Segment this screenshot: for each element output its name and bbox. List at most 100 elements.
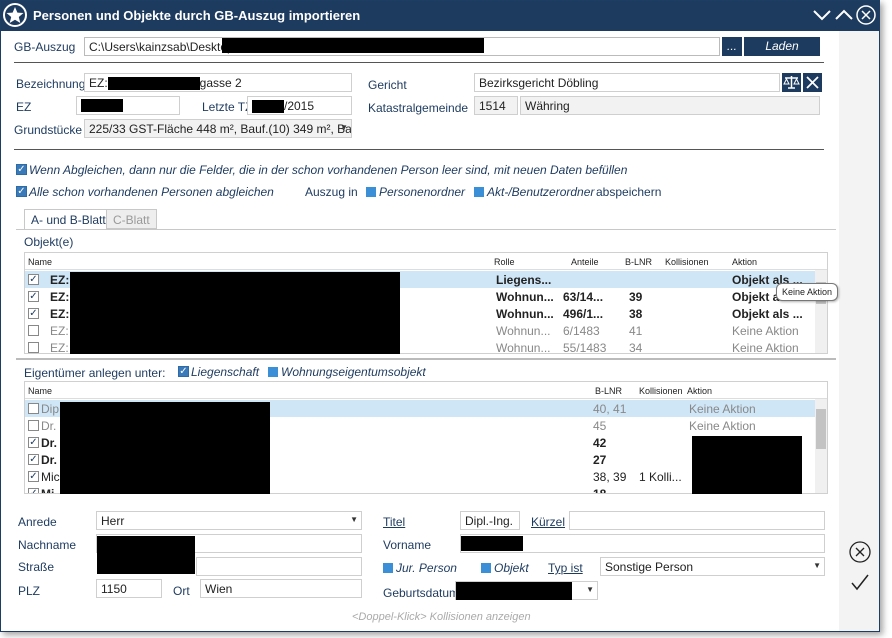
objekte-label: Objekt(e) (24, 235, 74, 249)
cell-aktion: Objekt a (732, 290, 780, 304)
cell-name: EZ: (50, 341, 69, 354)
vorname-label: Vorname (383, 538, 432, 552)
close-icon[interactable] (855, 4, 877, 26)
cell-name: Mic (41, 470, 60, 484)
row-checkbox[interactable]: ✓ (28, 454, 39, 465)
plz-field[interactable]: 1150 (96, 579, 162, 598)
letzte-tz-field[interactable]: /2015 (247, 96, 352, 115)
cell-blnr: 18 (593, 487, 607, 494)
tab-c-blatt[interactable]: C-Blatt (106, 209, 157, 229)
jur-person-checkbox[interactable] (383, 563, 393, 573)
cell-aktion: Keine Aktion (689, 402, 756, 416)
cell-blnr: 38, 39 (593, 470, 627, 484)
cell-aktion: Keine Aktion (732, 324, 799, 338)
row-checkbox[interactable]: ✓ (28, 488, 39, 493)
aktion-tooltip: Keine Aktion (776, 283, 839, 301)
kuerzel-label: Kürzel (531, 515, 566, 529)
redaction (456, 582, 572, 600)
row-checkbox[interactable]: ✓ (28, 471, 39, 482)
cell-aktion: Keine Aktion (689, 419, 756, 433)
title-bar: Personen und Objekte durch GB-Auszug imp… (1, 1, 879, 31)
objekt-checkbox[interactable] (481, 563, 491, 573)
cell-blnr: 38 (629, 307, 643, 321)
cell-rolle: Wohnun... (496, 307, 554, 321)
personenordner-label: Personenordner (379, 185, 466, 199)
cell-blnr: 27 (593, 453, 607, 467)
ez-field[interactable] (76, 96, 180, 115)
typ-label: Typ ist (548, 561, 583, 575)
cell-anteile: 496/1... (563, 307, 604, 321)
grundstuecke-select[interactable]: 225/33 GST-Fläche 448 m², Bauf.(10) 349 … (84, 119, 352, 138)
scale-icon[interactable] (782, 73, 801, 92)
cell-name: EZ: (50, 273, 70, 287)
kg-name-field: Währing (520, 96, 820, 115)
eigentuemer-label: Eigentümer anlegen unter: (24, 366, 166, 380)
redaction (222, 38, 484, 53)
confirm-button[interactable] (848, 570, 872, 594)
geburtsdatum-label: Geburtsdatum (383, 586, 460, 600)
bezeichnung-field[interactable]: EZ: gasse 2 (84, 73, 352, 92)
chevron-up-icon[interactable] (833, 4, 855, 26)
typ-select[interactable]: Sonstige Person ▼ (600, 557, 825, 576)
row-checkbox[interactable]: ✓ (28, 291, 39, 302)
bezeichnung-label: Bezeichnung (16, 77, 86, 91)
row-checkbox[interactable] (28, 403, 39, 414)
clear-court-icon[interactable] (803, 73, 822, 92)
kg-code-field: 1514 (474, 96, 518, 115)
cell-name: Dip (41, 402, 60, 416)
splitter[interactable] (16, 358, 836, 360)
cell-name: Dr. (41, 453, 58, 467)
redaction (461, 536, 523, 551)
strasse-field[interactable] (196, 557, 362, 576)
gb-auszug-label: GB-Auszug (14, 40, 76, 54)
ort-label: Ort (173, 584, 190, 598)
row-checkbox[interactable] (28, 420, 39, 431)
objekte-table-header: Name Rolle Anteile B-LNR Kollisionen Akt… (25, 253, 827, 270)
liegenschaft-label: Liegenschaft (191, 365, 260, 379)
dropdown-arrow-icon: ▼ (350, 515, 358, 524)
ort-field[interactable]: Wien (200, 579, 362, 598)
personenordner-checkbox[interactable] (366, 187, 376, 197)
cell-koll: 1 Kolli... (639, 470, 682, 484)
alle-abgleichen-label: Alle schon vorhandenen Personen abgleich… (29, 185, 274, 199)
cell-rolle: Wohnun... (496, 290, 554, 304)
divider (14, 149, 824, 150)
chevron-down-icon[interactable] (811, 4, 833, 26)
dropdown-arrow-icon: ▼ (340, 123, 348, 132)
cell-name: Dr. (41, 436, 58, 450)
anrede-select[interactable]: Herr ▼ (96, 511, 362, 530)
akt-checkbox[interactable] (474, 187, 484, 197)
tab-a-b-blatt[interactable]: A- und B-Blatt (24, 209, 113, 229)
jur-person-label: Jur. Person (396, 561, 457, 575)
wohnung-label: Wohnungseigentumsobjekt (281, 365, 426, 379)
plz-label: PLZ (18, 584, 41, 598)
dropdown-arrow-icon: ▼ (813, 561, 821, 570)
alle-abgleichen-checkbox[interactable]: ✓ (16, 186, 27, 197)
ez-label: EZ (16, 100, 32, 114)
cell-rolle: Wohnun... (496, 324, 551, 338)
row-checkbox[interactable]: ✓ (28, 437, 39, 448)
cancel-button[interactable] (848, 540, 872, 564)
browse-button[interactable]: ... (722, 37, 742, 56)
liegenschaft-checkbox[interactable]: ✓ (178, 366, 189, 377)
row-checkbox[interactable] (28, 342, 39, 353)
load-button[interactable]: Laden (744, 37, 820, 56)
katastralgemeinde-label: Katastralgemeinde (368, 101, 469, 115)
abgleich-label: Wenn Abgleichen, dann nur die Felder, di… (29, 163, 628, 177)
wohnung-checkbox[interactable] (268, 367, 278, 377)
kuerzel-field[interactable] (569, 511, 825, 530)
grundstuecke-label: Grundstücke (14, 123, 83, 137)
gericht-field[interactable]: Bezirksgericht Döbling (474, 73, 780, 92)
redaction (97, 536, 195, 574)
titel-field[interactable]: Dipl.-Ing. (460, 511, 520, 530)
eigentuemer-scrollbar[interactable] (815, 399, 827, 493)
cell-blnr: 41 (629, 324, 643, 338)
cell-anteile: 6/1483 (563, 324, 600, 338)
cell-name: Mi (41, 487, 55, 494)
row-checkbox[interactable]: ✓ (28, 274, 39, 285)
abgleich-checkbox[interactable]: ✓ (16, 164, 27, 175)
cell-name: EZ: (50, 290, 70, 304)
row-checkbox[interactable] (28, 325, 39, 336)
row-checkbox[interactable]: ✓ (28, 308, 39, 319)
cell-rolle: Liegens... (496, 273, 552, 287)
